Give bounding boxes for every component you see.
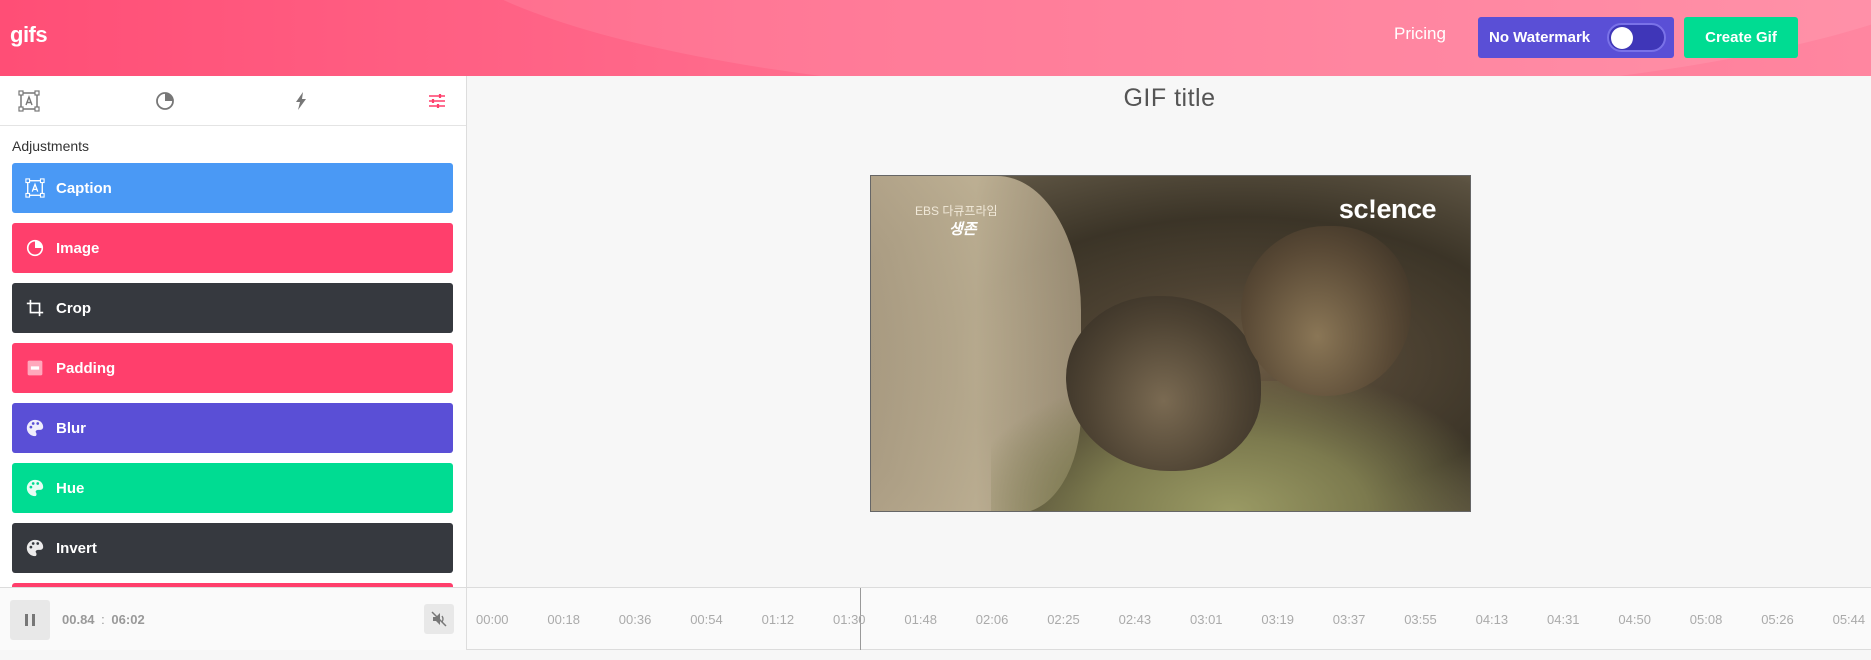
player-bar: 00.84 : 06:02 00:00 00:18 00:36 00:54 01:12 0… [0, 587, 1871, 650]
timeline-tick: 05:08 [1689, 612, 1723, 627]
no-watermark-button[interactable]: No Watermark [1478, 17, 1674, 58]
toggle-knob [1611, 27, 1633, 49]
tab-image[interactable] [152, 88, 178, 114]
padding-icon [24, 357, 46, 379]
current-time: 00.84 [62, 612, 95, 627]
adjust-label: Hue [56, 479, 85, 497]
sidebar: Adjustments Caption Image Crop Padding B… [0, 76, 467, 587]
adjust-label: Caption [56, 179, 112, 197]
adjust-label: Crop [56, 299, 91, 317]
timeline-tick: 04:31 [1547, 612, 1580, 627]
adjust-blur-button[interactable]: Blur [12, 403, 453, 453]
player-controls: 00.84 : 06:02 [0, 588, 467, 650]
adjust-image-button[interactable]: Image [12, 223, 453, 273]
create-gif-button[interactable]: Create Gif [1684, 17, 1798, 58]
video-preview[interactable]: EBS 다큐프라임 생존 sc!ence [870, 175, 1471, 512]
tab-adjustments[interactable] [424, 88, 450, 114]
timeline-tick: 02:43 [1118, 612, 1152, 627]
palette-icon [24, 537, 46, 559]
app-logo[interactable]: gifs [10, 22, 48, 48]
top-header: gifs Pricing No Watermark Create Gif [0, 0, 1871, 76]
adjust-label: Blur [56, 419, 86, 437]
crop-icon [24, 297, 46, 319]
timeline-tick: 05:44 [1832, 612, 1866, 627]
timeline-tick: 01:12 [761, 612, 795, 627]
adjust-label: Padding [56, 359, 116, 377]
mute-button[interactable] [424, 604, 454, 634]
time-separator: : [101, 612, 105, 627]
timeline-tick: 05:26 [1761, 612, 1794, 627]
palette-icon [24, 477, 46, 499]
pricing-link[interactable]: Pricing [1394, 24, 1446, 44]
timeline-tick: 01:30 [833, 612, 866, 627]
timeline-tick: 00:00 [476, 612, 509, 627]
tab-caption[interactable] [16, 88, 42, 114]
adjust-crop-button[interactable]: Crop [12, 283, 453, 333]
text-box-icon [24, 177, 46, 199]
timeline-tick: 00:54 [690, 612, 723, 627]
no-watermark-label: No Watermark [1489, 29, 1591, 46]
text-box-icon [18, 90, 40, 112]
pie-icon [156, 92, 174, 110]
video-channel-logo: EBS 다큐프라임 [915, 204, 998, 218]
video-program-logo: 생존 [949, 220, 977, 238]
timeline-tick: 02:06 [975, 612, 1009, 627]
timeline[interactable]: 00:00 00:18 00:36 00:54 01:12 01:30 01:48 02:06… [468, 588, 1871, 650]
pie-icon [24, 237, 46, 259]
pause-icon [25, 614, 35, 626]
watermark-toggle[interactable] [1607, 23, 1666, 52]
adjust-label: Invert [56, 539, 97, 557]
pause-button[interactable] [10, 600, 50, 640]
section-title: Adjustments [12, 138, 90, 154]
timeline-tick: 01:48 [904, 612, 937, 627]
timeline-tick: 00:36 [618, 612, 652, 627]
adjust-padding-button[interactable]: Padding [12, 343, 453, 393]
timeline-tick: 03:01 [1190, 612, 1223, 627]
time-display: 00.84 : 06:02 [62, 612, 145, 627]
video-kitten-right [1241, 226, 1411, 396]
timeline-tick: 02:25 [1047, 612, 1080, 627]
video-brand-logo: sc!ence [1338, 194, 1437, 224]
timeline-tick: 04:50 [1618, 612, 1651, 627]
adjust-invert-button[interactable]: Invert [12, 523, 453, 573]
tab-effects[interactable] [288, 88, 314, 114]
timeline-tick: 03:19 [1261, 612, 1294, 627]
lightning-icon [296, 92, 306, 110]
palette-icon [24, 417, 46, 439]
gif-title[interactable]: GIF title [468, 84, 1871, 113]
mute-icon [431, 611, 447, 627]
duration: 06:02 [111, 612, 145, 627]
adjust-label: Image [56, 239, 100, 257]
timeline-tick: 00:18 [547, 612, 580, 627]
editor-canvas: GIF title EBS 다큐프라임 생존 sc!ence [468, 76, 1871, 587]
timeline-tick: 03:37 [1332, 612, 1366, 627]
adjust-hue-button[interactable]: Hue [12, 463, 453, 513]
adjust-caption-button[interactable]: Caption [12, 163, 453, 213]
sidebar-tabs [0, 76, 466, 126]
sliders-icon [429, 94, 445, 108]
timeline-tick: 04:13 [1475, 612, 1509, 627]
timeline-tick: 03:55 [1404, 612, 1437, 627]
